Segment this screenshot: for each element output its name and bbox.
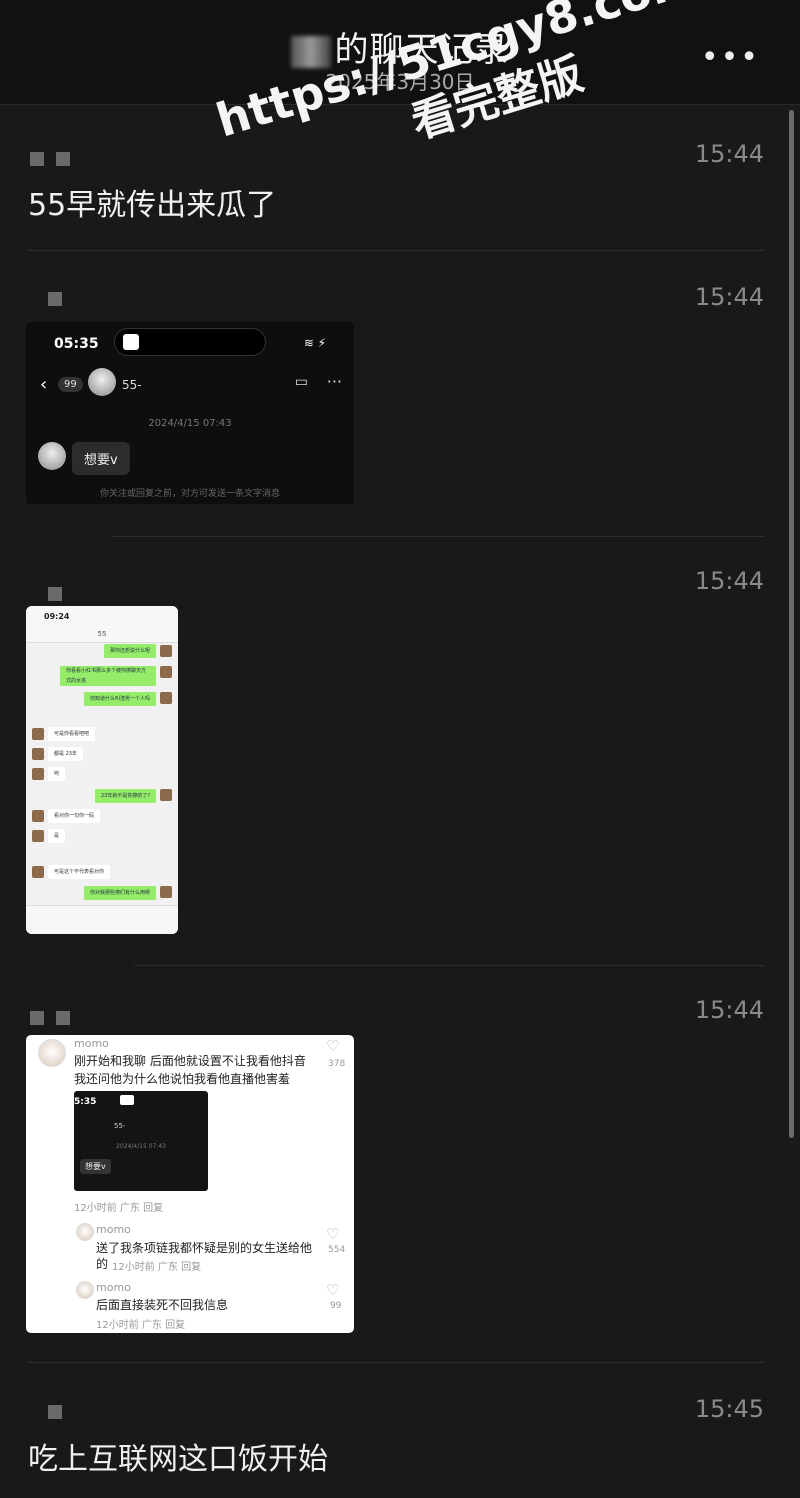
contact-name: 55- — [114, 1122, 126, 1130]
status-clock: 09:24 — [44, 612, 70, 621]
avatar — [88, 368, 116, 396]
divider — [28, 250, 764, 251]
title-text: 的聊天记录 — [334, 30, 510, 70]
unread-badge: 99 — [58, 377, 83, 392]
scrollbar[interactable] — [789, 110, 794, 1138]
avatar — [32, 866, 44, 878]
status-clock: 5:35 — [74, 1097, 97, 1107]
page-title: 的聊天记录 — [290, 30, 510, 70]
avatar — [38, 1039, 66, 1067]
dynamic-island — [114, 328, 266, 356]
sender-name — [48, 586, 74, 601]
like-count: 99 — [330, 1301, 342, 1311]
system-note: 你关注或回复之前，对方可发送一条文字消息 — [99, 489, 280, 499]
chat-date: 2024/4/15 07:43 — [148, 418, 232, 429]
chat-date: 2024/4/15 07:43 — [116, 1143, 166, 1150]
comment-meta: 12小时前 广东 回复 — [96, 1320, 186, 1331]
message-time: 15:44 — [694, 567, 764, 595]
message-time: 15:44 — [694, 996, 764, 1024]
chat-bubble: 你对我那些撩们有什么用呀 — [83, 886, 156, 900]
image-message-screenshot[interactable]: 05:35 ≋ ⚡ ‹ 99 55- ▭ ··· 2024/4/15 07:43… — [26, 322, 354, 504]
like-count: 378 — [328, 1059, 346, 1069]
comment-meta: 12小时前 广东 回复 — [112, 1262, 202, 1273]
contact-name: 55- — [122, 378, 142, 392]
message-time: 15:44 — [694, 283, 764, 311]
chat-bubble: 想要v — [72, 442, 130, 475]
heart-icon: ♡ — [326, 1225, 340, 1243]
comment-text: 刚开始和我聊 后面他就设置不让我看他抖音 — [74, 1054, 306, 1068]
chat-bubble: 是 — [48, 829, 66, 843]
avatar — [76, 1281, 94, 1299]
avatar — [32, 748, 44, 760]
signal-icon: ≋ ⚡ — [303, 336, 326, 350]
message-time: 15:45 — [694, 1395, 764, 1423]
comment-meta: 12小时前 广东 回复 — [74, 1203, 164, 1214]
comment-user: momo — [74, 1037, 109, 1050]
like-count: 554 — [328, 1245, 346, 1255]
avatar — [160, 666, 172, 678]
video-icon: ▭ — [294, 374, 308, 390]
sender-name — [48, 1404, 74, 1419]
contact-name: 55 — [97, 630, 107, 638]
image-message-screenshot[interactable]: 09:24 55 那你还想说什么呢 你看看小红书那么多个被你撩聊天方式的女孩 你… — [26, 606, 178, 934]
sender-name — [30, 151, 82, 166]
sender-name — [48, 291, 74, 306]
divider — [134, 965, 764, 966]
chat-header: 的聊天记录 2025年3月30日 ••• — [0, 0, 800, 105]
comment-user: momo — [96, 1281, 131, 1294]
chat-bubble: 你知道什么叫渣男一个人吗 — [83, 692, 156, 706]
avatar — [32, 728, 44, 740]
comment-text: 的 — [96, 1257, 109, 1271]
blurred-name — [290, 35, 331, 68]
avatar — [38, 442, 66, 470]
message-text[interactable]: 55早就传出来瓜了 — [28, 180, 276, 224]
chat-date: 2025年3月30日 — [325, 70, 475, 94]
comment-user: momo — [96, 1223, 131, 1236]
comment-text: 我还问他为什么他说怕我看他直播他害羞 — [74, 1072, 291, 1086]
more-icon: ··· — [326, 372, 342, 391]
avatar — [76, 1223, 94, 1241]
back-icon: ‹ — [40, 374, 48, 395]
chat-bubble: 可是这个不代表看对你 — [48, 865, 111, 879]
divider — [28, 1362, 764, 1363]
avatar — [160, 645, 172, 657]
avatar — [32, 768, 44, 780]
status-bar: 09:24 55 — [26, 606, 178, 643]
sender-name — [30, 1010, 82, 1025]
chat-bubble: 都是 23年 — [48, 747, 83, 761]
chat-bubble: 想要v — [80, 1159, 111, 1174]
chat-bubble: 23年就不是你撩的了? — [94, 789, 156, 803]
heart-icon: ♡ — [326, 1037, 340, 1055]
avatar — [160, 886, 172, 898]
message-text[interactable]: 吃上互联网这口饭开始 — [28, 1434, 328, 1478]
divider — [112, 536, 764, 537]
chat-bubble: 看对你一句你一码 — [48, 809, 101, 823]
chat-bubble: 你看看小红书那么多个被你撩聊天方式的女孩 — [60, 666, 156, 686]
chat-bubble: 那你还想说什么呢 — [103, 644, 156, 658]
avatar — [32, 810, 44, 822]
chat-bubble: 哟 — [48, 767, 66, 781]
embedded-screenshot: 5:35 55- 2024/4/15 07:43 想要v — [74, 1091, 208, 1191]
avatar — [160, 789, 172, 801]
avatar — [32, 830, 44, 842]
heart-icon: ♡ — [326, 1281, 340, 1299]
chat-bubble: 可是你看看吧吧 — [48, 727, 96, 741]
message-time: 15:44 — [694, 140, 764, 168]
input-bar — [26, 905, 178, 934]
title-wrap: 的聊天记录 — [0, 22, 800, 71]
image-message-screenshot[interactable]: momo 刚开始和我聊 后面他就设置不让我看他抖音 我还问他为什么他说怕我看他直… — [26, 1035, 354, 1333]
dynamic-island — [120, 1095, 134, 1105]
more-icon[interactable]: ••• — [701, 40, 760, 75]
avatar — [160, 692, 172, 704]
comment-text: 送了我条项链我都怀疑是别的女生送给他 — [96, 1241, 313, 1255]
comment-text: 后面直接装死不回我信息 — [96, 1298, 229, 1312]
status-clock: 05:35 — [54, 336, 99, 352]
